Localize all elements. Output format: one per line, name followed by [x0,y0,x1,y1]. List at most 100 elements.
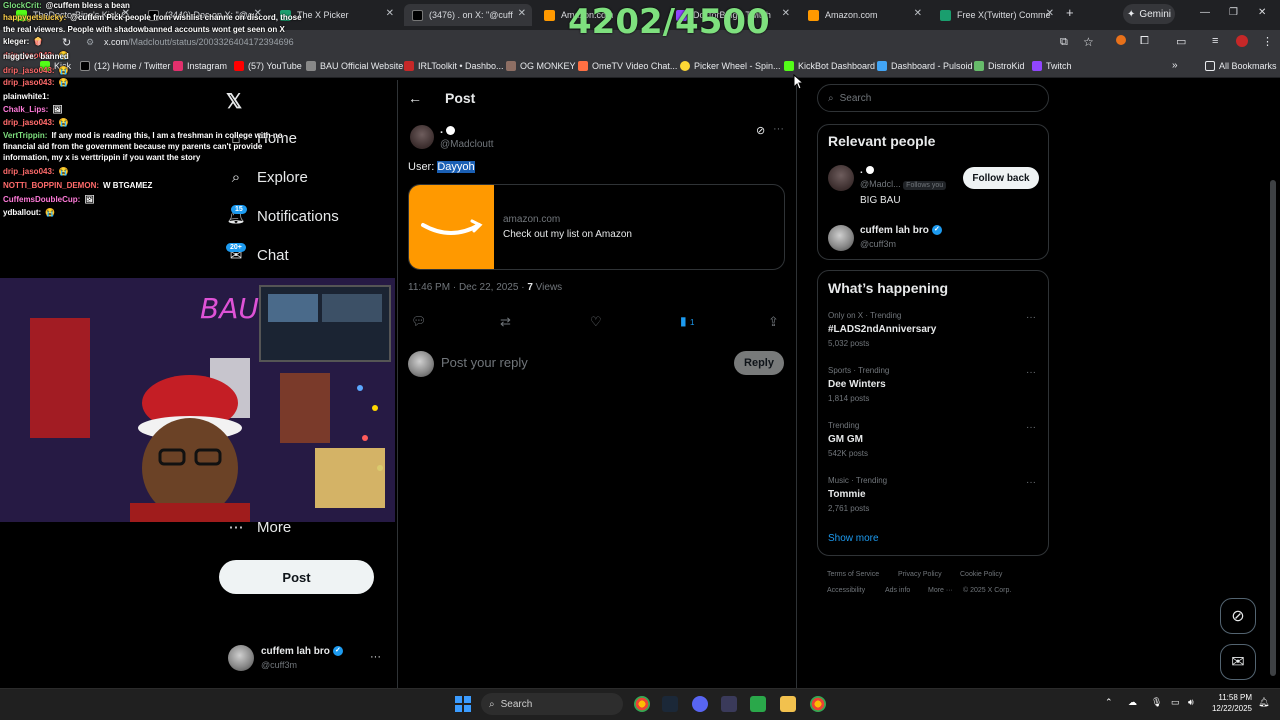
extension-icon[interactable] [1116,35,1126,45]
grok-icon[interactable]: ⊘ [756,124,765,137]
discord-icon[interactable] [692,696,708,712]
bookmark-item[interactable]: BAU Official Website [306,61,403,71]
mic-icon[interactable]: 🎙︎ [1151,697,1162,708]
restore-icon[interactable]: ❐ [1229,7,1238,18]
bookmark-item[interactable]: IRLToolkit • Dashbo... [404,61,504,71]
app-icon[interactable] [750,696,766,712]
reply-icon[interactable]: 💬︎ [411,314,426,328]
bookmark-item[interactable]: (57) YouTube [234,61,302,71]
notification-bell-icon[interactable]: 🔔︎ [1258,697,1269,708]
windows-start-icon[interactable] [455,696,471,712]
footer-link[interactable]: Terms of Service [827,571,879,578]
taskbar-time[interactable]: 11:58 PM [1212,693,1252,702]
window-close-icon[interactable]: ✕ [1258,7,1266,18]
bookmark-item[interactable]: Twitch [1032,61,1072,71]
repost-icon[interactable]: ⇄ [500,314,511,330]
side-panel-icon[interactable]: ▭ [1176,35,1186,48]
chrome-icon[interactable] [810,696,826,712]
youtube-icon [234,61,244,71]
share-icon[interactable]: ⇪ [768,314,779,330]
footer-link[interactable]: Accessibility [827,587,865,594]
post-timestamp[interactable]: 11:46 PM · Dec 22, 2025 [408,282,518,293]
footer-link[interactable]: Ads info [885,587,910,594]
bookmark-star-icon[interactable]: ☆ [1083,35,1094,49]
cloud-icon[interactable]: ☁ [1128,697,1137,708]
person-name[interactable]: cuffem lah bro ✓ [860,225,942,236]
site-info-icon[interactable]: ⚙ [86,37,94,48]
bookmark-item[interactable]: Picker Wheel - Spin... [680,61,781,71]
reply-avatar [408,351,434,377]
bookmark-item[interactable]: (12) Home / Twitter [80,61,170,71]
close-icon[interactable]: ✕ [386,8,394,19]
bookmark-item[interactable]: DistroKid [974,61,1025,71]
media-icon[interactable]: ≡ [1212,35,1218,47]
profile-avatar[interactable] [1236,35,1248,47]
back-arrow-icon[interactable]: ← [408,90,422,106]
account-avatar[interactable] [228,645,254,671]
chevron-double-right-icon[interactable]: » [1172,60,1178,71]
trend-more-icon[interactable]: ··· [1026,367,1036,378]
all-bookmarks[interactable]: All Bookmarks [1205,61,1277,71]
network-icon[interactable]: ▭ [1171,697,1180,708]
footer-link[interactable]: Privacy Policy [898,571,942,578]
reply-input[interactable]: Post your reply [441,355,528,370]
like-heart-icon[interactable]: ♡ [590,314,602,330]
person-avatar[interactable] [828,225,854,251]
chevron-up-icon[interactable]: ⌃ [1105,697,1113,708]
footer-link[interactable]: More ··· [928,587,953,594]
post-more-icon[interactable]: ··· [773,123,784,135]
scrollbar[interactable] [1270,180,1276,676]
browser-tab[interactable]: Amazon.com ✕ [800,4,928,26]
bookmark-button[interactable]: ▮ 1 [680,314,694,328]
svg-text:BAU: BAU [200,292,259,325]
monkey-icon [506,61,516,71]
trend-more-icon[interactable]: ··· [1026,422,1036,433]
reload-icon[interactable]: ↻ [62,36,71,49]
close-icon[interactable]: ✕ [914,8,922,19]
webcam-overlay: BAU [0,278,395,522]
messages-button[interactable]: ✉ [1220,644,1256,680]
taskbar-search[interactable]: ⌕ Search [481,693,623,715]
url-bar[interactable]: x.com/Madcloutt/status/20033264041723946… [104,37,294,47]
app-icon[interactable] [721,696,737,712]
nav-explore[interactable]: ⌕ Explore [227,168,308,186]
bookmark-item[interactable]: Instagram [173,61,227,71]
show-more-link[interactable]: Show more [828,533,879,544]
bookmark-item[interactable]: Dashboard - Pulsoid [877,61,973,71]
footer-link[interactable]: Cookie Policy [960,571,1002,578]
person-avatar[interactable] [828,165,854,191]
bookmark-item[interactable]: KickBot Dashboard [784,61,875,71]
file-explorer-icon[interactable] [780,696,796,712]
link-card[interactable]: amazon.com Check out my list on Amazon [408,184,785,270]
gemini-button[interactable]: ✦ Gemini [1123,4,1175,24]
close-icon[interactable]: ✕ [1046,8,1054,19]
close-icon[interactable]: ✕ [518,8,526,19]
install-icon[interactable]: ⧉ [1060,36,1068,49]
menu-icon[interactable]: ⋮ [1262,35,1273,48]
grok-button[interactable]: ⊘ [1220,598,1256,634]
steam-icon[interactable] [662,696,678,712]
new-tab-button[interactable]: + [1066,5,1074,20]
trend-more-icon[interactable]: ··· [1026,477,1036,488]
bookmark-item[interactable]: OmeTV Video Chat... [578,61,677,71]
post-button[interactable]: Post [219,560,374,594]
reply-button[interactable]: Reply [734,351,784,375]
follow-back-button[interactable]: Follow back [963,167,1039,189]
bookmark-item[interactable]: OG MONKEY [506,61,576,71]
taskbar-date[interactable]: 12/22/2025 [1208,704,1252,713]
x-logo-icon[interactable]: 𝕏 [226,89,242,114]
account-menu-icon[interactable]: ··· [370,651,381,663]
search-input[interactable]: ⌕ Search [817,84,1049,112]
close-icon[interactable]: ✕ [782,8,790,19]
browser-tab[interactable]: Free X(Twitter) Comme ✕ [932,4,1060,26]
chrome-icon[interactable] [634,696,650,712]
post-author-name[interactable]: . [440,124,456,136]
extensions-puzzle-icon[interactable]: ⧠ [1140,35,1149,48]
trend-more-icon[interactable]: ··· [1026,312,1036,323]
volume-icon[interactable]: 🔊︎ [1188,697,1194,708]
person-name[interactable]: . [860,165,874,176]
browser-tab-active[interactable]: (3476) . on X: "@cuff ✕ [404,4,532,26]
post-author-handle[interactable]: @Madcloutt [440,139,494,150]
post-author-avatar[interactable] [410,125,434,149]
minimize-icon[interactable]: — [1200,7,1210,18]
